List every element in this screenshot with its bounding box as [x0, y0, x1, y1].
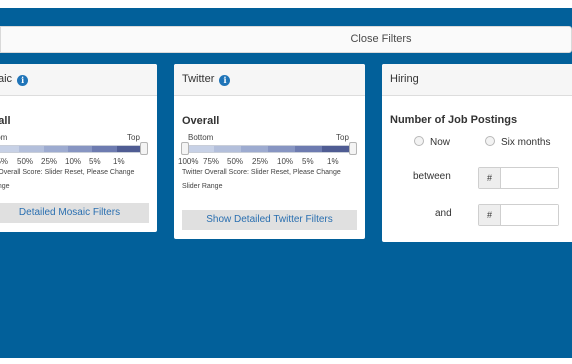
- twitter-section-title: Overall: [182, 115, 220, 127]
- tick-label: 1%: [113, 157, 125, 166]
- twitter-top-label: Top: [336, 133, 349, 142]
- slider-segment: [67, 146, 93, 152]
- twitter-score-slider[interactable]: [186, 145, 350, 153]
- hiring-section-title: Number of Job Postings: [390, 114, 518, 126]
- mosaic-slider-handle[interactable]: [140, 142, 148, 155]
- tick-label: 1%: [327, 157, 339, 166]
- mosaic-section-title: rall: [0, 115, 11, 127]
- slider-segment: [241, 146, 268, 152]
- mosaic-top-label: Top: [127, 133, 140, 142]
- slider-segment: [187, 146, 214, 152]
- radio-now[interactable]: [414, 136, 424, 146]
- twitter-panel-title: Twitter: [182, 73, 215, 85]
- radio-six-months-option[interactable]: Six months: [485, 136, 550, 148]
- mosaic-bottom-label: tom: [0, 133, 8, 142]
- mosaic-slider-note: r Overall Score: Slider Reset, Please Ch…: [0, 166, 134, 194]
- twitter-slider-note: Twitter Overall Score: Slider Reset, Ple…: [182, 166, 341, 194]
- twitter-slider-handle-left[interactable]: [181, 142, 189, 155]
- info-icon[interactable]: i: [219, 75, 231, 86]
- twitter-slider-handle-right[interactable]: [349, 142, 357, 155]
- slider-segment: [43, 146, 68, 152]
- hash-addon: #: [479, 205, 501, 225]
- slider-segment: [268, 146, 295, 152]
- slider-segment: [0, 146, 20, 152]
- tick-label: 5%: [302, 157, 314, 166]
- tick-label: 100%: [178, 157, 199, 166]
- mosaic-panel: aic i rall tom Top 75% 50% 25% 10% 5% 1% r Ov…: [0, 64, 157, 232]
- postings-min-input-group[interactable]: #: [478, 167, 559, 189]
- tick-label: 75%: [203, 157, 220, 166]
- slider-segment: [295, 146, 322, 152]
- between-label: between: [413, 171, 451, 182]
- mosaic-slider-ticks: 75% 50% 25% 10% 5% 1%: [0, 157, 125, 166]
- mosaic-note-line1: r Overall Score: Slider Reset, Please Ch…: [0, 169, 135, 176]
- show-detailed-twitter-filters-button[interactable]: Show Detailed Twitter Filters: [182, 210, 357, 230]
- mosaic-panel-title: aic: [0, 73, 13, 85]
- page-background: Close Filters aic i rall tom Top 75% 50% 2…: [0, 8, 572, 358]
- mosaic-note-line2: ange: [0, 183, 10, 190]
- hash-addon: #: [479, 168, 501, 188]
- slider-segment: [322, 146, 349, 152]
- tick-label: 5%: [89, 157, 101, 166]
- tick-label: 50%: [227, 157, 244, 166]
- hiring-panel: Hiring Number of Job Postings Now Six mo…: [382, 64, 572, 242]
- twitter-slider-ticks: 100% 75% 50% 25% 10% 5% 1%: [178, 157, 339, 166]
- mosaic-panel-header: aic i: [0, 64, 157, 96]
- tick-label: 25%: [252, 157, 269, 166]
- postings-max-input-group[interactable]: #: [478, 204, 559, 226]
- twitter-note-line2: Slider Range: [182, 183, 223, 190]
- tick-label: 50%: [17, 157, 34, 166]
- tick-label: 25%: [41, 157, 58, 166]
- mosaic-score-slider[interactable]: [0, 145, 142, 153]
- radio-now-option[interactable]: Now: [414, 136, 450, 148]
- postings-min-input[interactable]: [501, 168, 558, 188]
- slider-segment: [116, 146, 141, 152]
- and-label: and: [435, 208, 452, 219]
- detailed-mosaic-filters-button[interactable]: Detailed Mosaic Filters: [0, 203, 149, 223]
- twitter-panel-header: Twitter i: [174, 64, 365, 96]
- tick-label: 10%: [277, 157, 294, 166]
- tick-label: 10%: [65, 157, 82, 166]
- radio-six-months[interactable]: [485, 136, 495, 146]
- twitter-note-line1: Twitter Overall Score: Slider Reset, Ple…: [182, 169, 341, 176]
- slider-segment: [92, 146, 117, 152]
- twitter-panel: Twitter i Overall Bottom Top 100% 75% 50% 2…: [174, 64, 365, 239]
- postings-max-input[interactable]: [501, 205, 558, 225]
- slider-segment: [19, 146, 44, 152]
- hiring-panel-header: Hiring: [382, 64, 572, 96]
- twitter-bottom-label: Bottom: [188, 133, 214, 142]
- close-filters-button[interactable]: Close Filters: [0, 26, 572, 53]
- slider-segment: [214, 146, 241, 152]
- radio-now-label: Now: [430, 137, 451, 148]
- info-icon[interactable]: i: [17, 75, 29, 86]
- tick-label: 75%: [0, 157, 9, 166]
- radio-six-months-label: Six months: [501, 137, 551, 148]
- hiring-panel-title: Hiring: [390, 73, 419, 85]
